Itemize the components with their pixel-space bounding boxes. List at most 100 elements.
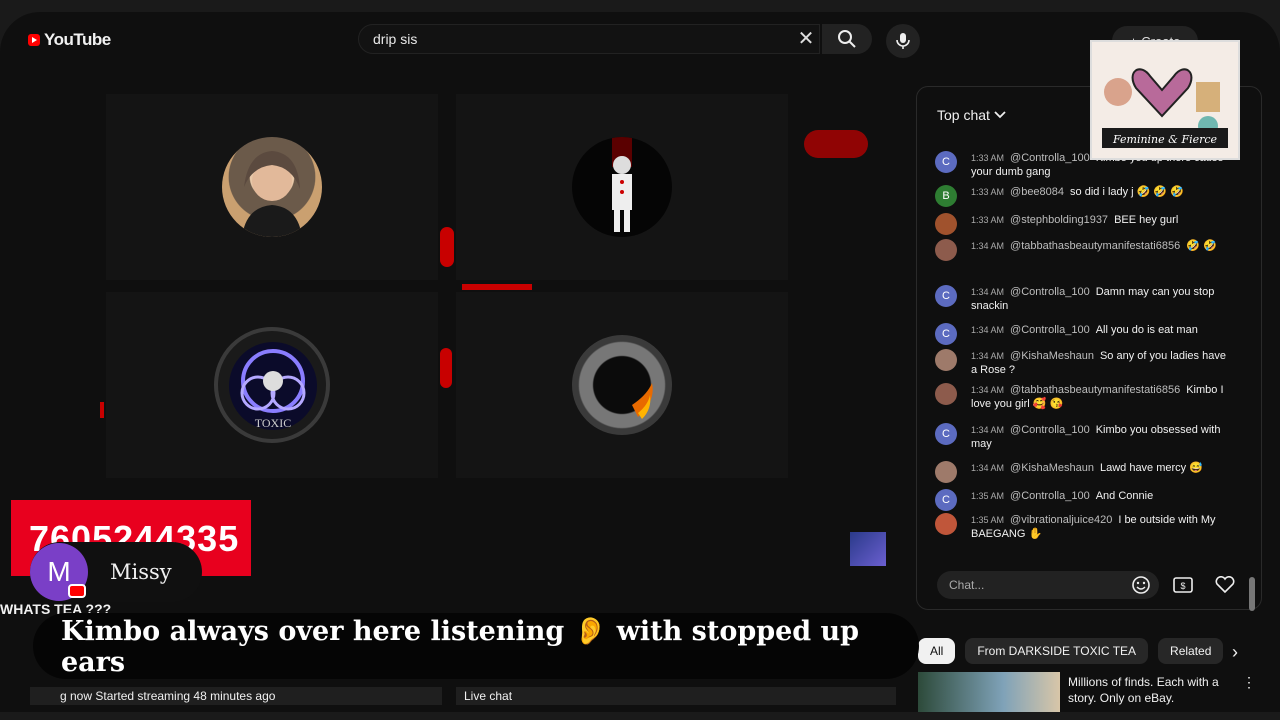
participant-avatar — [572, 335, 672, 435]
chat-author[interactable]: @KishaMeshaun — [1010, 462, 1094, 474]
chat-message: 1:34 AM @tabbathasbeautymanifestati6856 Ki… — [935, 383, 1235, 411]
search-input[interactable]: drip sis — [358, 24, 820, 54]
chat-author[interactable]: @tabbathasbeautymanifestati6856 — [1010, 384, 1180, 396]
chat-author[interactable]: @Controlla_100 — [1010, 490, 1090, 502]
youtube-logo[interactable]: YouTube — [28, 30, 111, 50]
filter-chip[interactable]: From DARKSIDE TOXIC TEA — [965, 638, 1149, 664]
chat-author[interactable]: @Controlla_100 — [1010, 152, 1090, 164]
presenter-initial: M — [47, 556, 71, 587]
chat-author-avatar[interactable] — [935, 461, 957, 483]
live-chat-label: Live chat — [464, 689, 513, 703]
chat-timestamp: 1:33 AM — [971, 153, 1005, 163]
chat-author-avatar[interactable]: B — [935, 185, 957, 207]
chat-message-body: 1:34 AM @tabbathasbeautymanifestati6856 🤣 … — [971, 239, 1217, 261]
chat-message-body: 1:33 AM @stephbolding1937 BEE hey gurl — [971, 213, 1178, 235]
chat-timestamp: 1:34 AM — [971, 241, 1005, 251]
chat-timestamp: 1:35 AM — [971, 515, 1005, 525]
chat-message: C 1:34 AM @Controlla_100 All you do is eat … — [935, 323, 1235, 345]
chat-text: 🤣 🤣 — [1186, 240, 1217, 252]
chat-message-body: 1:34 AM @KishaMeshaun So any of you ladies… — [971, 349, 1235, 377]
chat-text: Lawd have mercy 😅 — [1099, 462, 1203, 474]
live-chat-panel: Top chat C1:33 AM@Controlla_100Kimbo you… — [916, 86, 1262, 611]
filter-chip[interactable]: All — [918, 638, 956, 664]
youtube-play-icon — [28, 34, 40, 46]
chat-message: 1:34 AM @KishaMeshaun Lawd have mercy 😅 — [935, 461, 1235, 483]
emoji-icon[interactable] — [1129, 573, 1153, 597]
youtube-badge-icon — [68, 584, 86, 598]
filter-chip[interactable]: Related — [1158, 638, 1224, 664]
red-decoration — [462, 284, 532, 290]
chat-timestamp: 1:34 AM — [971, 351, 1005, 361]
participant-avatar — [572, 137, 672, 237]
heart-icon[interactable] — [1213, 573, 1237, 597]
chat-message-body: 1:35 AM @Controlla_100 And Connie — [971, 489, 1153, 511]
chat-message-body: 1:34 AM @Controlla_100 Damn may can you st… — [971, 285, 1235, 313]
red-logo-decoration — [804, 130, 868, 158]
chat-message: 1:33 AM @stephbolding1937 BEE hey gurl — [935, 213, 1235, 235]
top-chat-dropdown[interactable]: Top chat — [937, 107, 1006, 123]
chat-message-body: 1:34 AM @Controlla_100 All you do is eat m… — [971, 323, 1198, 345]
super-chat-icon[interactable]: $ — [1171, 573, 1195, 597]
chat-author-avatar[interactable]: C — [935, 423, 957, 445]
recommendation-card[interactable]: Millions of finds. Each with a story. On… — [918, 672, 1258, 712]
chat-author[interactable]: @KishaMeshaun — [1010, 350, 1094, 362]
chat-message: 1:34 AM @KishaMeshaun So any of you ladies… — [935, 349, 1235, 377]
red-decoration — [440, 348, 452, 388]
chat-text: And Connie — [1095, 490, 1154, 502]
chat-message: C 1:34 AM @Controlla_100 Damn may can you s… — [935, 285, 1235, 313]
chat-author[interactable]: @stephbolding1937 — [1010, 214, 1108, 226]
chat-author-avatar[interactable]: C — [935, 151, 957, 173]
stream-status: g now Started streaming 48 minutes ago — [30, 687, 442, 705]
chat-scrollbar[interactable] — [1249, 577, 1255, 611]
chat-author-avatar[interactable]: C — [935, 323, 957, 345]
svg-text:$: $ — [1180, 581, 1185, 591]
chat-author[interactable]: @Controlla_100 — [1010, 324, 1090, 336]
chat-author-avatar[interactable] — [935, 349, 957, 371]
recommendation-title[interactable]: Millions of finds. Each with a story. On… — [1068, 674, 1238, 706]
chat-author[interactable]: @vibrationaljuice420 — [1010, 514, 1112, 526]
recommendation-thumbnail[interactable] — [918, 672, 1060, 712]
chat-message: C 1:35 AM @Controlla_100 And Connie — [935, 489, 1235, 511]
chat-author-avatar[interactable]: C — [935, 489, 957, 511]
chat-author[interactable]: @bee8084 — [1010, 186, 1064, 198]
chevron-right-icon[interactable]: › — [1232, 642, 1238, 663]
voice-search-button[interactable] — [886, 24, 920, 58]
search-button[interactable] — [822, 24, 872, 54]
sticker-brand-text: Feminine & Fierce — [1112, 133, 1218, 146]
chat-text: so did i lady j 🤣 🤣 🤣 — [1070, 186, 1184, 198]
chat-message: 1:35 AM @vibrationaljuice420 I be outside … — [935, 513, 1235, 541]
chat-message-body: 1:34 AM @KishaMeshaun Lawd have mercy 😅 — [971, 461, 1203, 483]
svg-text:TOXIC: TOXIC — [255, 416, 291, 430]
chat-timestamp: 1:33 AM — [971, 215, 1005, 225]
caption-text: Kimbo always over here listening 👂 with … — [61, 615, 860, 678]
chat-author[interactable]: @Controlla_100 — [1010, 424, 1090, 436]
chat-message-body: 1:34 AM @tabbathasbeautymanifestati6856 Ki… — [971, 383, 1235, 411]
chat-author[interactable]: @tabbathasbeautymanifestati6856 — [1010, 240, 1180, 252]
brand-sticker: Feminine & Fierce — [1090, 40, 1240, 160]
participant-tile: TOXIC — [106, 292, 438, 478]
chat-author-avatar[interactable] — [935, 513, 957, 535]
chat-message: B 1:33 AM @bee8084 so did i lady j 🤣 🤣 🤣 — [935, 185, 1235, 207]
filter-chips: All From DARKSIDE TOXIC TEA Related — [918, 638, 1224, 664]
chat-message: 1:34 AM @tabbathasbeautymanifestati6856 🤣 … — [935, 239, 1235, 261]
chat-author-avatar[interactable]: C — [935, 285, 957, 307]
chat-placeholder: Chat... — [949, 578, 985, 592]
presenter-pill: M Missy — [30, 542, 202, 602]
chat-text: BEE hey gurl — [1114, 214, 1179, 226]
clear-search-icon[interactable]: ✕ — [795, 28, 817, 50]
live-chat-label-bar[interactable]: Live chat — [456, 687, 896, 705]
chat-input[interactable]: Chat... — [937, 571, 1159, 599]
chat-author[interactable]: @Controlla_100 — [1010, 286, 1090, 298]
presenter-avatar: M — [30, 543, 88, 601]
chat-message-body: 1:33 AM @bee8084 so did i lady j 🤣 🤣 🤣 — [971, 185, 1184, 207]
chat-timestamp: 1:34 AM — [971, 425, 1005, 435]
chat-timestamp: 1:34 AM — [971, 287, 1005, 297]
chat-timestamp: 1:35 AM — [971, 491, 1005, 501]
participant-tile — [456, 94, 788, 280]
chevron-down-icon — [994, 111, 1006, 119]
participant-avatar — [222, 137, 322, 237]
more-options-icon[interactable]: ⋮ — [1242, 674, 1256, 691]
chat-author-avatar[interactable] — [935, 239, 957, 261]
chat-author-avatar[interactable] — [935, 213, 957, 235]
chat-author-avatar[interactable] — [935, 383, 957, 405]
